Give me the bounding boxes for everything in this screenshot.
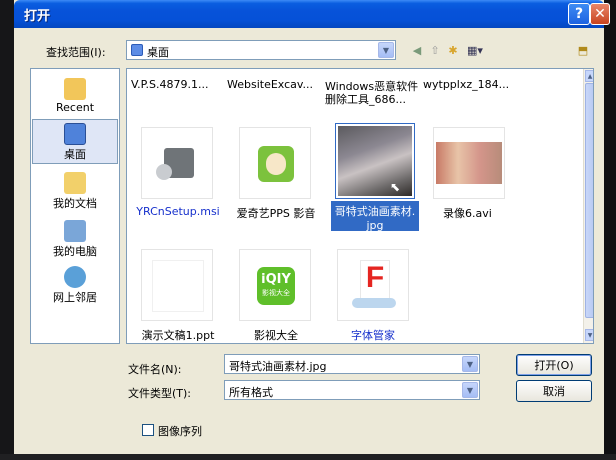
font-manager-icon: F <box>360 260 390 300</box>
chevron-down-icon[interactable]: ▼ <box>462 382 478 398</box>
network-icon <box>64 266 86 288</box>
list-item[interactable]: F <box>337 249 409 321</box>
desktop-icon <box>64 123 86 145</box>
filename-value: 哥特式油画素材.jpg <box>229 360 327 373</box>
desktop-small-icon <box>131 44 143 56</box>
list-item[interactable] <box>141 249 213 321</box>
pps-face-icon <box>266 153 286 175</box>
chevron-down-icon[interactable]: ▼ <box>462 356 478 372</box>
open-button[interactable]: 打开(O) <box>516 354 592 376</box>
image-thumbnail <box>338 126 412 196</box>
file-name[interactable]: WebsiteExcav... <box>227 78 313 91</box>
file-name[interactable]: 演示文稿1.ppt <box>133 327 223 343</box>
lookin-value: 桌面 <box>147 46 169 59</box>
help-button[interactable]: ? <box>568 3 590 25</box>
open-dialog: 打开 ? ✕ 查找范围(I): 桌面 ▼ ◀ ⇧ ✱ ▦▾ ⬒ Recent 桌… <box>14 0 610 454</box>
filetype-label: 文件类型(T): <box>128 387 192 400</box>
lookin-label: 查找范围(I): <box>46 46 106 59</box>
filetype-value: 所有格式 <box>229 386 273 399</box>
file-name[interactable]: 爱奇艺PPS 影音 <box>231 205 321 221</box>
font-badge: F <box>365 261 385 294</box>
up-folder-icon[interactable]: ⇧ <box>428 43 442 57</box>
file-name[interactable]: wytpplxz_184... <box>423 78 509 91</box>
file-name: 哥特式油画素材. <box>334 205 416 218</box>
font-tray-icon <box>352 298 396 308</box>
disc-icon <box>156 164 172 180</box>
scrollbar-thumb[interactable] <box>585 83 593 318</box>
mouse-cursor-icon: ⬉ <box>390 180 401 194</box>
selected-file-label[interactable]: 哥特式油画素材. jpg <box>331 201 419 232</box>
file-name[interactable]: 录像6.avi <box>427 205 511 221</box>
scroll-up-icon[interactable]: ▲ <box>585 70 593 82</box>
filetype-select[interactable]: 所有格式 ▼ <box>224 380 480 400</box>
places-bar: Recent 桌面 我的文档 我的电脑 网上邻居 <box>30 68 120 344</box>
file-list[interactable]: V.P.S.4879.1... WebsiteExcav... Windows恶… <box>126 68 594 344</box>
file-name[interactable]: 字体管家 <box>329 327 417 343</box>
folder-up-icon[interactable]: ⬒ <box>576 43 590 57</box>
background-left <box>0 0 14 460</box>
recent-folder-icon <box>64 78 86 100</box>
place-network[interactable]: 网上邻居 <box>32 263 118 308</box>
file-name[interactable]: 删除工具_686... <box>325 91 406 107</box>
place-recent[interactable]: Recent <box>32 75 118 120</box>
list-item-selected[interactable]: ⬉ <box>335 123 415 199</box>
place-label: 我的文档 <box>53 197 97 210</box>
place-label: 我的电脑 <box>53 245 97 258</box>
list-item[interactable]: iQIY 影视大全 <box>239 249 311 321</box>
scroll-down-icon[interactable]: ▼ <box>585 329 593 341</box>
vertical-scrollbar[interactable]: ▲ ▼ <box>583 69 593 343</box>
filename-label: 文件名(N): <box>128 363 182 376</box>
video-thumbnail <box>436 142 502 184</box>
file-name[interactable]: V.P.S.4879.1... <box>131 78 208 91</box>
title-bar[interactable]: 打开 ? ✕ <box>14 0 610 28</box>
list-item[interactable] <box>141 127 213 199</box>
list-item[interactable] <box>239 127 311 199</box>
file-name[interactable]: YRCnSetup.msi <box>135 205 221 218</box>
place-label: 网上邻居 <box>53 291 97 304</box>
window-title: 打开 <box>24 9 51 24</box>
place-desktop[interactable]: 桌面 <box>32 119 118 164</box>
my-documents-icon <box>64 172 86 194</box>
place-my-computer[interactable]: 我的电脑 <box>32 217 118 262</box>
image-sequence-checkbox[interactable] <box>142 424 154 436</box>
image-sequence-label: 图像序列 <box>158 425 202 438</box>
iqiyi-logo-text: iQIY <box>261 272 291 287</box>
cancel-button[interactable]: 取消 <box>516 380 592 402</box>
close-button[interactable]: ✕ <box>590 3 610 25</box>
ppt-icon <box>152 260 204 312</box>
lookin-combo[interactable]: 桌面 ▼ <box>126 40 396 60</box>
background-right <box>604 0 616 460</box>
view-menu-icon[interactable]: ▦▾ <box>464 43 486 57</box>
list-item[interactable] <box>433 127 505 199</box>
background-bottom <box>0 454 616 460</box>
file-name[interactable]: 影视大全 <box>231 327 321 343</box>
file-extension: jpg <box>366 219 384 232</box>
iqiyi-subtitle: 影视大全 <box>262 289 290 297</box>
chevron-down-icon[interactable]: ▼ <box>378 42 394 58</box>
iqiyi-icon: iQIY 影视大全 <box>257 267 295 305</box>
place-label: 桌面 <box>64 148 86 161</box>
new-folder-icon[interactable]: ✱ <box>446 43 460 57</box>
back-icon[interactable]: ◀ <box>410 43 424 57</box>
place-my-documents[interactable]: 我的文档 <box>32 169 118 214</box>
place-label: Recent <box>55 101 95 114</box>
my-computer-icon <box>64 220 86 242</box>
filename-input[interactable]: 哥特式油画素材.jpg ▼ <box>224 354 480 374</box>
